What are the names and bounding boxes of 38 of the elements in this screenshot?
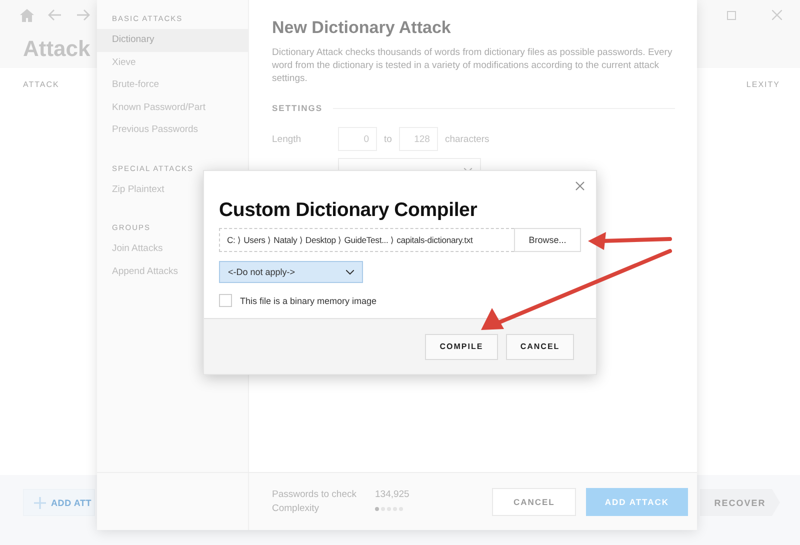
- close-icon[interactable]: [772, 10, 782, 20]
- compile-button[interactable]: COMPILE: [425, 334, 498, 360]
- sidebar-item[interactable]: Known Password/Part: [97, 96, 248, 119]
- chevron-icon: [346, 270, 354, 274]
- dropdown[interactable]: <-Do not apply->: [219, 261, 363, 283]
- description: Dictionary Attack checks thousands of words from dictionary files as possible passwords. Every word from the dictionary is tested in a variety of modifications according to the current attack settings.: [272, 46, 674, 85]
- add-attack-button[interactable]: ADD ATT: [23, 489, 95, 516]
- sidebar-item[interactable]: Xieve: [97, 52, 248, 74]
- home-icon[interactable]: [20, 8, 34, 22]
- dialog-title: Custom Dictionary Compiler: [219, 199, 478, 222]
- close-icon[interactable]: [573, 179, 587, 193]
- field-label: characters: [444, 134, 490, 144]
- cancel-button[interactable]: CANCEL: [492, 488, 576, 516]
- file-path-field[interactable]: C: ⟩ Users ⟩ Nataly ⟩ Desktop ⟩ GuideTest... ⟩ capitals-dictionary.txt: [219, 228, 514, 252]
- browse-button[interactable]: Browse...: [514, 228, 581, 252]
- column-header: LEXITY: [746, 80, 780, 89]
- recover-button[interactable]: RECOVER: [700, 489, 780, 516]
- panel-title: New Dictionary Attack: [272, 18, 452, 38]
- cancel-button[interactable]: CANCEL: [506, 334, 574, 360]
- maximize-icon[interactable]: [727, 10, 736, 20]
- input-field[interactable]: 128: [398, 127, 438, 151]
- column-header: ATTACK: [23, 80, 60, 89]
- sidebar-item[interactable]: Previous Passwords: [97, 119, 248, 142]
- sidebar-item[interactable]: Brute-force: [97, 74, 248, 96]
- plus-icon: [34, 496, 46, 508]
- section-heading: SETTINGS: [272, 103, 675, 113]
- sidebar-item[interactable]: Dictionary: [97, 29, 248, 52]
- stat-label: Complexity: [272, 503, 320, 514]
- input-field[interactable]: 0: [338, 127, 377, 151]
- field-label: to: [384, 134, 392, 144]
- checkbox[interactable]: [219, 294, 232, 307]
- stat-label: Passwords to check: [272, 489, 358, 500]
- checkbox-label: This file is a binary memory image: [240, 296, 377, 306]
- stat-value: 134,925: [375, 489, 410, 500]
- field-label: Length: [272, 134, 302, 144]
- back-icon[interactable]: [48, 9, 62, 21]
- forward-icon[interactable]: [76, 9, 90, 21]
- add-attack-button[interactable]: ADD ATTACK: [586, 488, 688, 516]
